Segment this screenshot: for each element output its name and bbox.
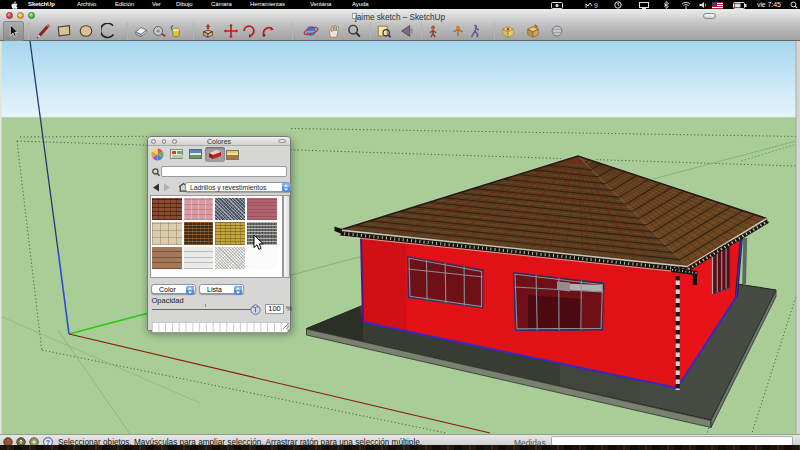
svg-text:9: 9 — [594, 2, 598, 9]
